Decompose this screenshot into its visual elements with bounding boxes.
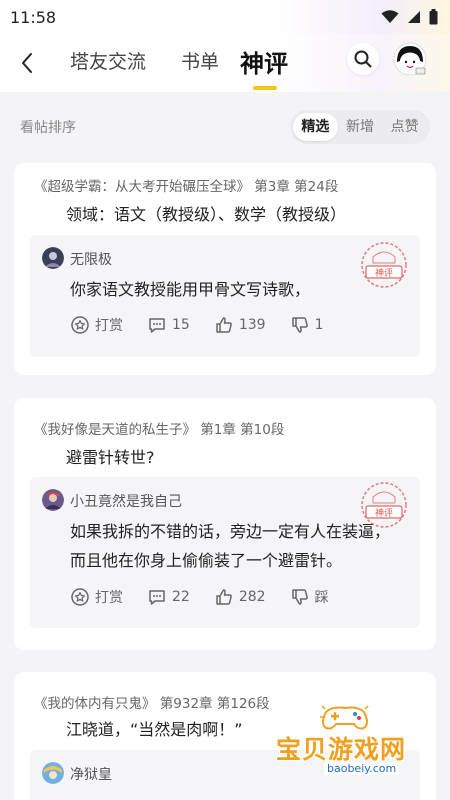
- comment-box[interactable]: 无限极 你家语文教授能用甲骨文写诗歌， 神评 打赏 15 139 1: [30, 235, 420, 357]
- like-button[interactable]: 282: [214, 587, 266, 607]
- reward-label: 打赏: [95, 318, 123, 334]
- status-time: 11:58: [10, 7, 57, 27]
- like-count: 139: [238, 317, 266, 333]
- user-avatar[interactable]: [42, 762, 64, 784]
- comment-count: 15: [172, 317, 190, 333]
- post-quote: 领域：语文（教授级）、数学（教授级）: [66, 205, 347, 224]
- sort-option-featured[interactable]: 精选: [293, 113, 338, 141]
- comment-icon: [149, 590, 165, 605]
- reward-icon: [71, 316, 89, 334]
- watermark-url: baobeiy.com: [324, 762, 400, 775]
- top-comment-stamp-icon: 神评: [361, 242, 407, 288]
- sort-row: 看帖排序 精选 新增 点赞: [0, 104, 450, 148]
- reward-button[interactable]: 打赏: [70, 315, 123, 335]
- thumbs-down-icon: [291, 317, 308, 333]
- reward-label: 打赏: [95, 590, 123, 606]
- watermark-text: 宝贝游戏网: [276, 735, 407, 764]
- top-navigation: 塔友交流 书单 神评: [0, 34, 450, 92]
- battery-icon: [429, 9, 438, 25]
- post-quote: 江晓道，“当然是肉啊！”: [66, 720, 243, 739]
- post-source[interactable]: 《我好像是天道的私生子》 第1章 第10段: [34, 418, 284, 438]
- top-comment-stamp-icon: 神评: [361, 482, 407, 528]
- status-icons: [381, 9, 438, 25]
- comment-username[interactable]: 净狱皇: [70, 764, 112, 784]
- post-card[interactable]: 《我好像是天道的私生子》 第1章 第10段 避雷针转世? 小丑竟然是我自己 如果…: [14, 398, 436, 650]
- gamepad-logo-icon: [320, 705, 369, 730]
- reward-button[interactable]: 打赏: [70, 587, 123, 607]
- stamp-label: 神评: [375, 267, 393, 279]
- comment-count: 22: [172, 589, 190, 605]
- stamp-label: 神评: [375, 507, 393, 519]
- dislike-count: 1: [314, 317, 324, 333]
- dislike-button[interactable]: 踩: [290, 587, 329, 607]
- comment-actions: 打赏 15 139 1: [70, 315, 347, 335]
- post-source[interactable]: 《我的体内有只鬼》 第932章 第126段: [34, 692, 270, 712]
- sort-option-newest[interactable]: 新增: [338, 113, 383, 141]
- comment-text: 你家语文教授能用甲骨文写诗歌，: [70, 280, 311, 299]
- dislike-button[interactable]: 1: [290, 315, 324, 335]
- reward-icon: [71, 588, 89, 606]
- active-tab-indicator: [253, 86, 277, 90]
- sort-option-likes[interactable]: 点赞: [382, 113, 427, 141]
- like-count: 282: [238, 589, 266, 605]
- thumbs-down-icon: [291, 589, 308, 605]
- cellular-icon: [408, 11, 420, 23]
- post-source[interactable]: 《超级学霸：从大考开始碾压全球》 第3章 第24段: [34, 175, 338, 195]
- user-avatar[interactable]: [42, 247, 64, 269]
- user-avatar[interactable]: [393, 42, 427, 76]
- tab-booklist[interactable]: 书单: [181, 47, 219, 74]
- thumbs-up-icon: [216, 317, 232, 333]
- site-watermark: 宝贝游戏网 baobeiy.com: [268, 700, 450, 784]
- comment-text: 如果我拆的不错的话，旁边一定有人在装逼，而且他在你身上偷偷装了一个避雷针。: [70, 522, 391, 570]
- tab-community[interactable]: 塔友交流: [70, 47, 146, 74]
- user-avatar[interactable]: [42, 489, 64, 511]
- thumbs-up-icon: [216, 589, 232, 605]
- comment-actions: 打赏 22 282 踩: [70, 587, 353, 607]
- post-quote: 避雷针转世?: [66, 448, 155, 467]
- dislike-label: 踩: [314, 590, 329, 606]
- status-bar: 11:58: [0, 0, 450, 34]
- comment-username[interactable]: 无限极: [70, 249, 112, 269]
- comment-icon: [149, 318, 165, 333]
- back-arrow-icon: [22, 53, 32, 73]
- tab-top-comments[interactable]: 神评: [240, 44, 288, 79]
- search-icon: [354, 50, 372, 68]
- comment-box[interactable]: 小丑竟然是我自己 如果我拆的不错的话，旁边一定有人在装逼，而且他在你身上偷偷装了…: [30, 477, 420, 628]
- wifi-icon: [381, 10, 399, 23]
- sort-label: 看帖排序: [20, 120, 76, 136]
- comment-button[interactable]: 22: [147, 587, 190, 607]
- comment-button[interactable]: 15: [147, 315, 190, 335]
- like-button[interactable]: 139: [214, 315, 266, 335]
- search-button[interactable]: [347, 43, 379, 75]
- post-card[interactable]: 《超级学霸：从大考开始碾压全球》 第3章 第24段 领域：语文（教授级）、数学（…: [14, 163, 436, 375]
- back-button[interactable]: [12, 48, 42, 78]
- comment-username[interactable]: 小丑竟然是我自己: [70, 491, 182, 511]
- sort-segmented-control: 精选 新增 点赞: [290, 110, 430, 144]
